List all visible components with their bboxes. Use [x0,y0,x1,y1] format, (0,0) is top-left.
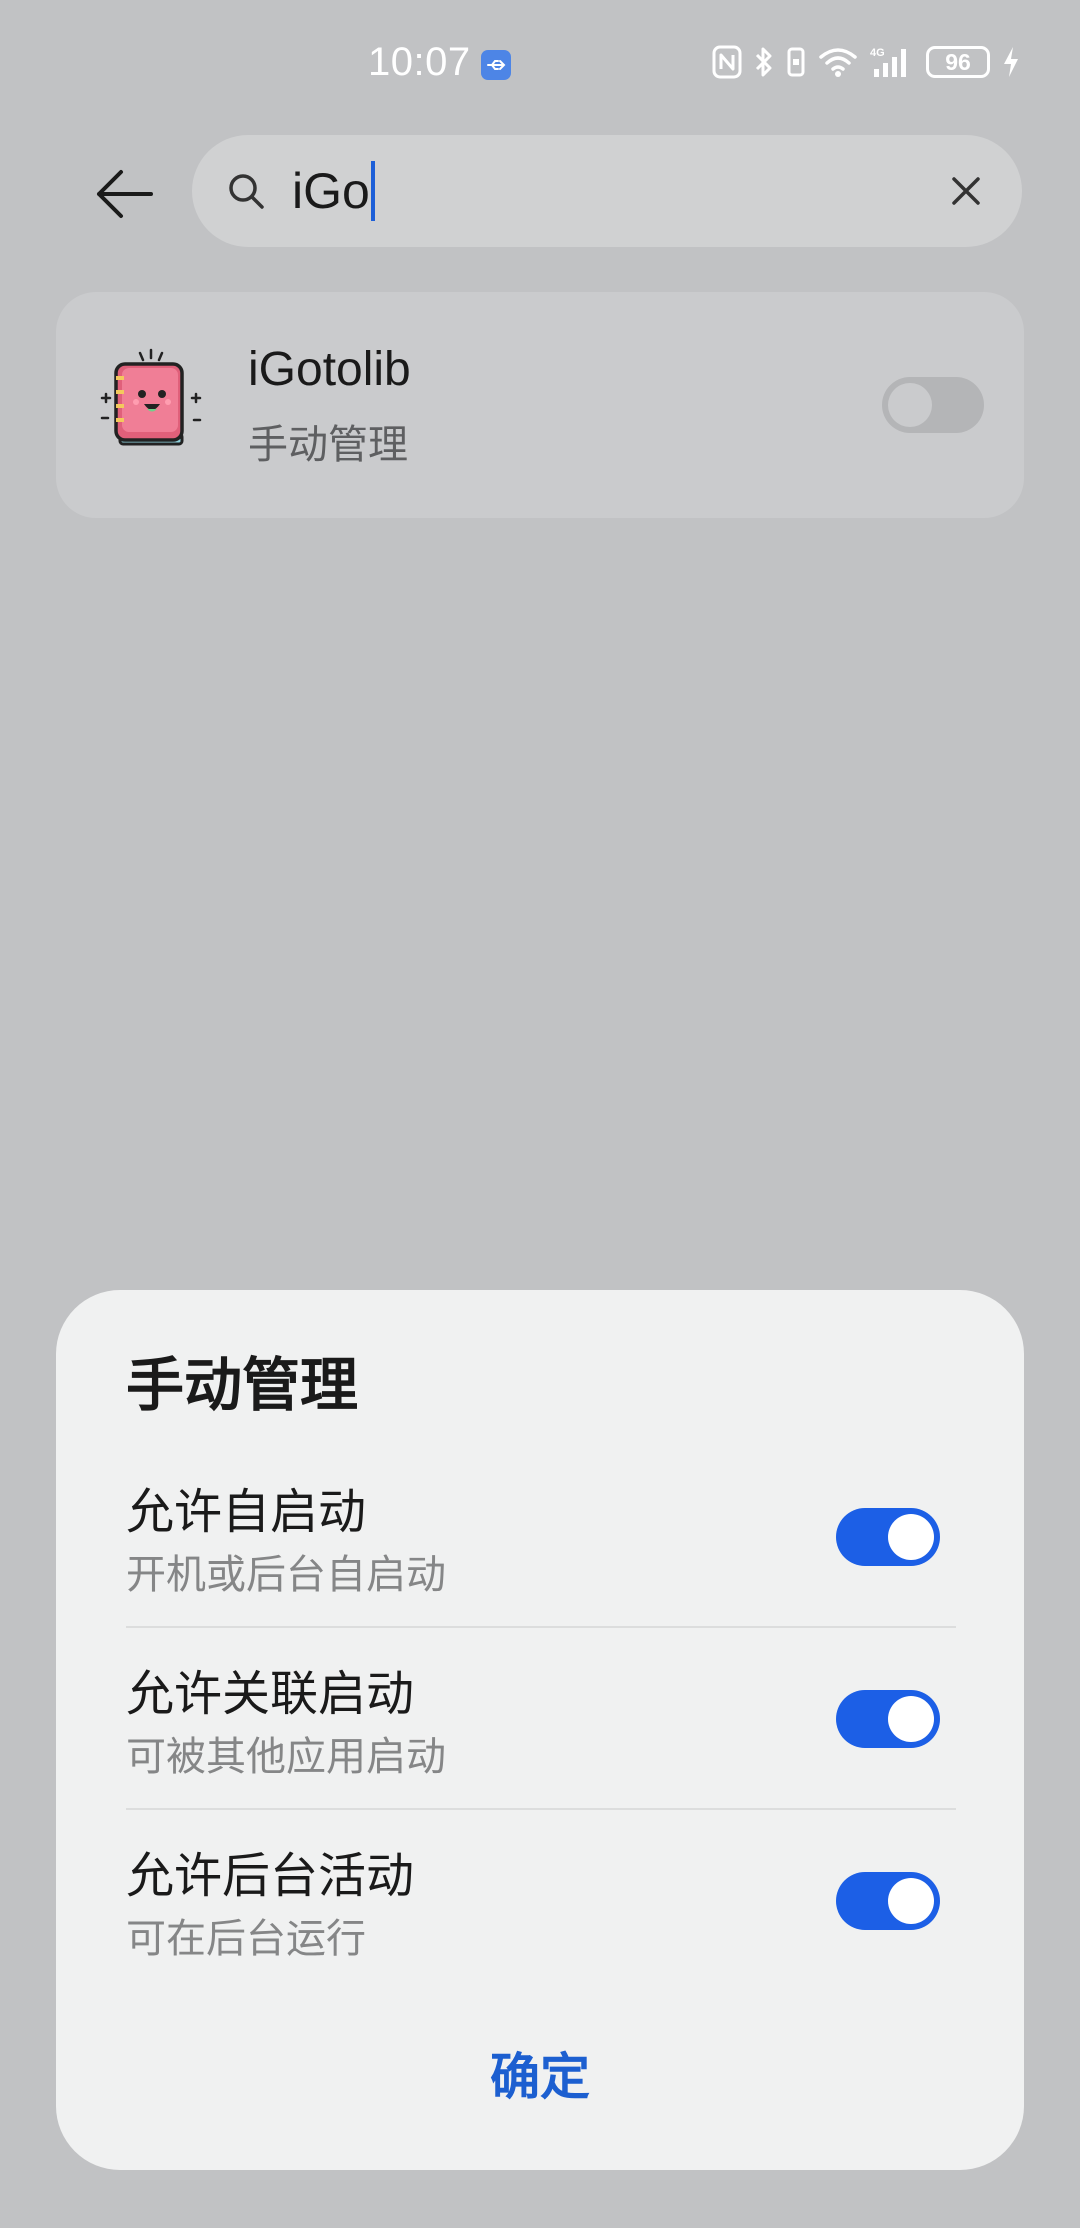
book-mascot-icon [100,348,202,446]
option-associated-launch[interactable]: 允许关联启动 可被其他应用启动 [126,1624,956,1806]
toggle-knob [888,383,932,427]
status-bar: 10:07 4G 96 [0,0,1080,128]
battery-level: 96 [945,48,971,75]
search-bar[interactable]: iGo [192,135,1022,247]
toggle-knob [888,1514,934,1560]
option-background-activity[interactable]: 允许后台活动 可在后台运行 [126,1806,956,1988]
option-title: 允许关联启动 [126,1666,415,1722]
battery-icon: 96 [926,46,990,78]
option-title: 允许自启动 [126,1484,367,1540]
option-description: 可在后台运行 [126,1916,366,1962]
app-list-item[interactable]: iGotolib 手动管理 [56,292,1024,518]
bluetooth-icon [754,45,774,79]
back-button[interactable] [88,158,160,230]
search-input[interactable]: iGo [292,153,375,229]
option-description: 可被其他应用启动 [126,1734,446,1780]
background-activity-toggle[interactable] [836,1872,940,1930]
auto-launch-toggle[interactable] [836,1508,940,1566]
clear-icon[interactable] [946,171,986,211]
option-title: 允许后台活动 [126,1848,415,1904]
network-type-label: 4G [870,47,885,59]
dialog-title: 手动管理 [126,1351,359,1419]
toggle-knob [888,1878,934,1924]
option-auto-launch[interactable]: 允许自启动 开机或后台自启动 [126,1442,956,1624]
status-icons: 4G 96 [712,42,1020,82]
wifi-icon [818,46,858,78]
back-arrow-icon [97,170,153,218]
search-query: iGo [292,163,370,219]
associated-launch-toggle[interactable] [836,1690,940,1748]
app-name: iGotolib [248,343,411,396]
nfc-icon [712,45,742,79]
text-caret [370,161,375,221]
vibrate-icon [786,45,806,79]
search-icon [229,174,264,209]
toggle-knob [888,1696,934,1742]
signal-4g-icon: 4G [870,45,914,79]
charging-icon [1002,46,1020,78]
manual-management-dialog: 手动管理 允许自启动 开机或后台自启动 允许关联启动 可被其他应用启动 允许后台… [56,1290,1024,2170]
option-description: 开机或后台自启动 [126,1552,446,1598]
confirm-button[interactable]: 确定 [56,2028,1024,2118]
app-launch-toggle[interactable] [882,377,984,433]
usb-icon [481,50,511,80]
app-subtitle: 手动管理 [248,422,408,468]
status-time: 10:07 [368,40,471,84]
